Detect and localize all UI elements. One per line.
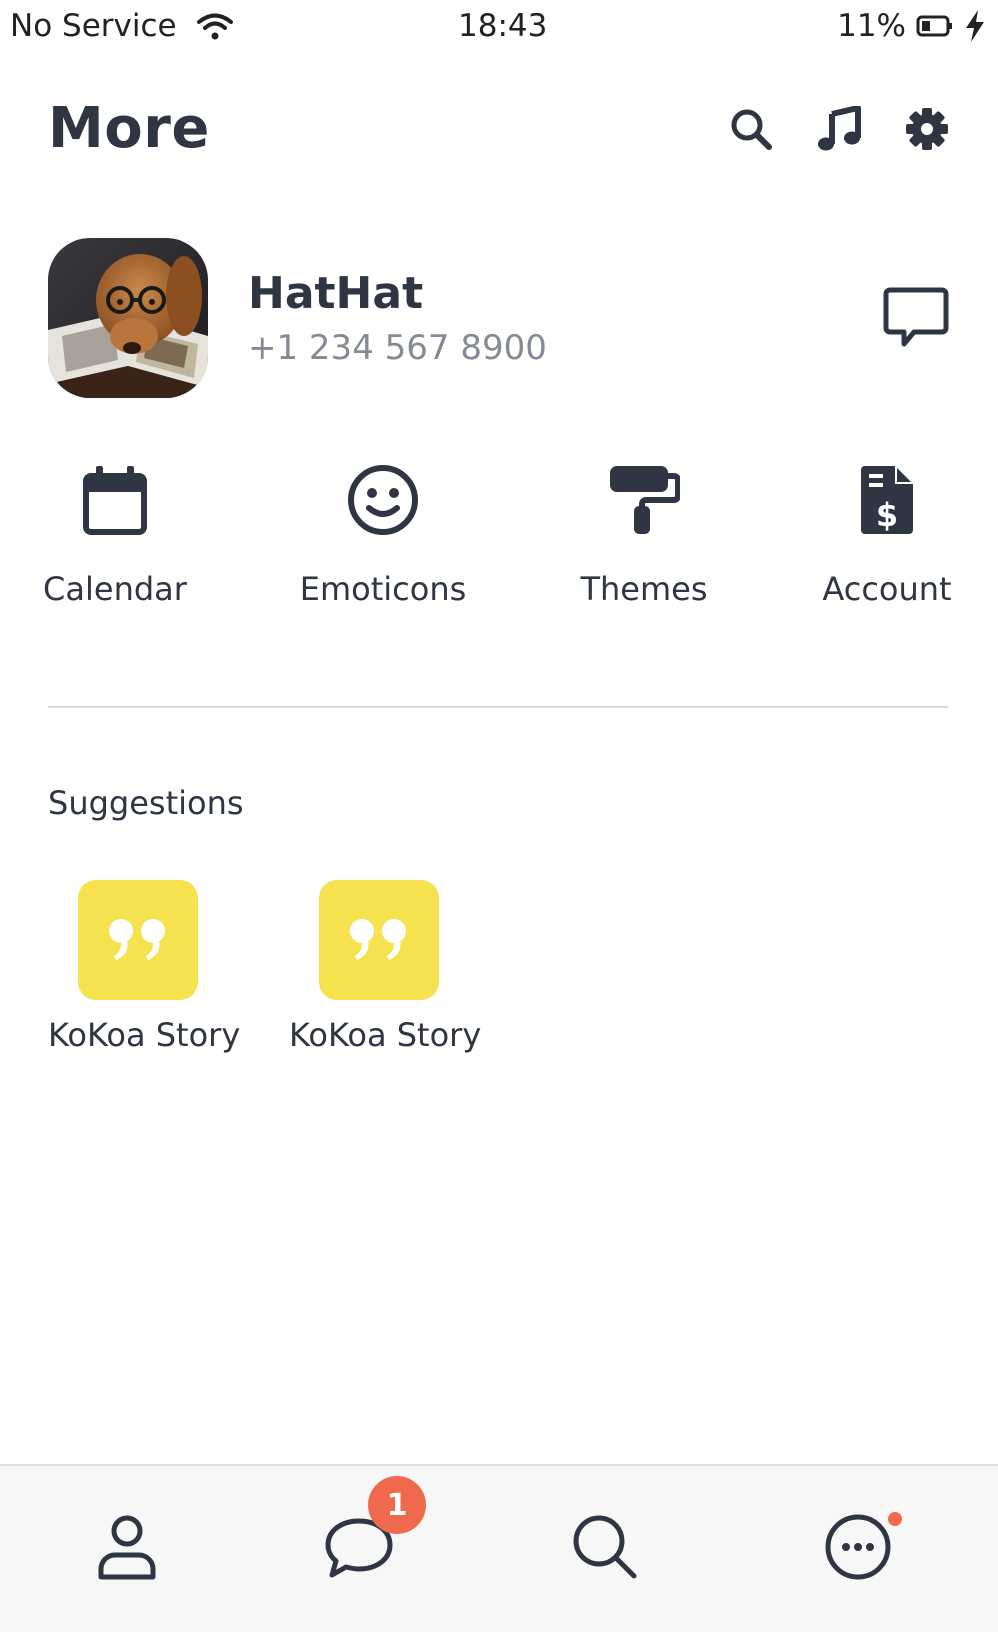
quote-icon (78, 880, 198, 1000)
suggestions-title: Suggestions (48, 784, 244, 822)
search-icon (573, 1515, 637, 1579)
tab-search[interactable] (560, 1502, 650, 1592)
avatar[interactable] (48, 238, 208, 398)
quote-icon (319, 880, 439, 1000)
music-icon[interactable] (814, 104, 864, 154)
gear-icon[interactable] (902, 104, 952, 154)
status-time: 18:43 (458, 8, 548, 44)
status-bar: No Service 18:43 11% (0, 0, 998, 58)
emoticons-action[interactable]: Emoticons (283, 460, 483, 620)
status-right: 11% (837, 8, 986, 44)
person-icon (98, 1515, 156, 1580)
action-label: Calendar (43, 570, 187, 608)
unread-badge: 1 (368, 1476, 426, 1534)
tab-friends[interactable] (82, 1502, 172, 1592)
calendar-icon (15, 464, 215, 544)
status-left: No Service (10, 8, 235, 44)
profile-phone: +1 234 567 8900 (248, 328, 547, 368)
profile-name: HatHat (248, 268, 424, 319)
action-label: Emoticons (299, 570, 467, 608)
suggestion-item[interactable]: KoKoa Story (48, 880, 248, 1070)
wifi-icon (196, 13, 233, 40)
search-icon[interactable] (726, 104, 776, 154)
invoice-dollar-icon: $ (787, 464, 987, 544)
suggestion-label: KoKoa Story (48, 1016, 241, 1054)
battery-percent: 11% (837, 8, 906, 44)
battery-icon (916, 15, 952, 37)
carrier-label: No Service (10, 8, 177, 44)
suggestion-item[interactable]: KoKoa Story (289, 880, 489, 1070)
calendar-action[interactable]: Calendar (15, 460, 215, 620)
account-action[interactable]: $ Account (787, 460, 987, 620)
page-title: More (48, 96, 210, 161)
tab-bar: 1 (0, 1464, 998, 1632)
themes-action[interactable]: Themes (544, 460, 744, 620)
suggestion-label: KoKoa Story (289, 1016, 482, 1054)
more-icon (825, 1514, 891, 1580)
action-label: Account (822, 570, 952, 608)
chat-bubble-icon[interactable] (882, 284, 950, 352)
divider (48, 706, 948, 708)
notification-dot (888, 1512, 902, 1526)
paint-roller-icon (544, 464, 744, 544)
action-label: Themes (580, 570, 708, 608)
svg-text:$: $ (876, 496, 898, 534)
smiley-icon (283, 464, 483, 544)
charging-bolt-icon (966, 10, 984, 42)
